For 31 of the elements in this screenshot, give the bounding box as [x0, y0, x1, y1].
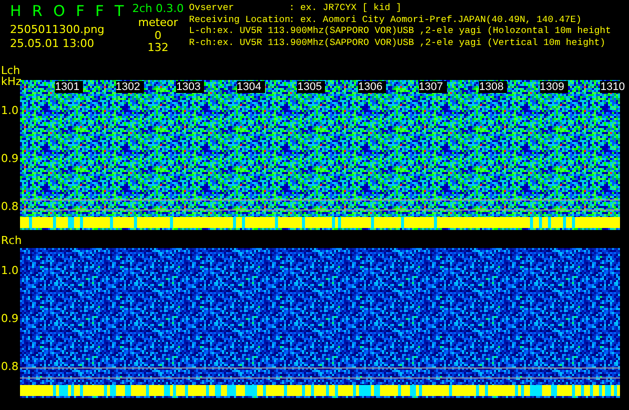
time-label: 1307: [418, 81, 447, 93]
version-label: 2ch 0.3.0: [132, 2, 184, 16]
channel-label: Rch: [1, 234, 22, 248]
channel-description: L-ch:ex. UV5R 113.900Mhz(SAPPORO VOR)USB ,2-ele yagi (Holozontal 10m height: [189, 25, 611, 36]
frequency-tick: 1.0: [1, 105, 18, 117]
time-label: 1308: [479, 81, 508, 93]
time-label: 1309: [540, 81, 568, 93]
channel-label: Lch: [1, 64, 20, 77]
time-label: 1306: [358, 81, 386, 93]
meteor-count: 132: [148, 42, 168, 54]
frequency-tick: 0.9: [1, 313, 18, 325]
frequency-tick: 0.8: [1, 201, 18, 213]
date-time: 25.05.01 13:00: [10, 40, 96, 48]
info-value: : ex. JR7CYX [ kid ]: [289, 2, 402, 14]
info-label: Ovserver: [189, 2, 236, 14]
time-label: 1302: [116, 81, 144, 93]
meteor-count: 0: [154, 30, 162, 42]
frequency-tick: 1.0: [1, 265, 18, 277]
time-label: 1303: [176, 81, 204, 93]
info-label: Receiving Location: [189, 14, 289, 25]
unit-label: kHz: [1, 75, 22, 89]
frequency-tick: 0.9: [1, 153, 18, 165]
frequency-tick: 0.8: [1, 361, 18, 373]
counter-label: meteor: [138, 16, 178, 30]
time-label: 1304: [236, 81, 265, 93]
channel-description: R-ch:ex. UV5R 113.900Mhz(SAPPORO VOR)USB ,2-ele yagi (Vertical 10m height): [189, 36, 606, 48]
time-label: 1301: [55, 81, 83, 93]
app-title: H R O F F T: [10, 2, 128, 20]
info-value: : ex. Aomori City Aomori-Pref.JAPAN(40.49N, 140.47E): [289, 14, 582, 25]
time-label: 1305: [297, 81, 326, 93]
file-name: 2505011300.png: [10, 26, 106, 34]
